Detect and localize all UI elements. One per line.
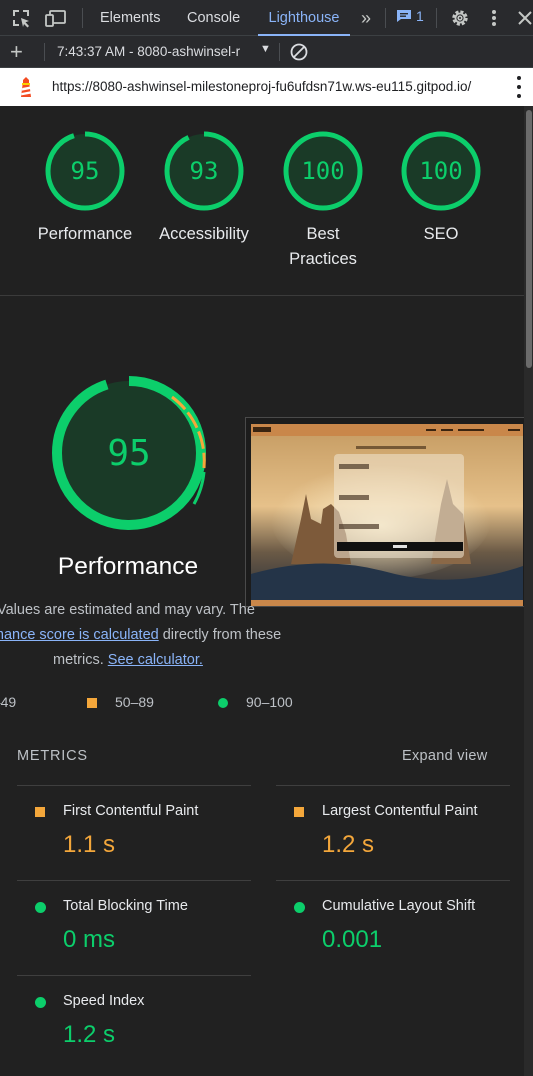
metric-cumulative-layout-shift: Cumulative Layout Shift 0.001 xyxy=(276,880,510,975)
report-url[interactable]: https://8080-ashwinsel-milestoneproj-fu6… xyxy=(52,79,496,94)
report-menu-icon[interactable] xyxy=(516,76,522,98)
legend-circle-icon xyxy=(218,698,228,708)
metric-value: 0 ms xyxy=(63,926,116,953)
scrollbar-thumb[interactable] xyxy=(526,110,532,368)
message-icon xyxy=(397,10,411,22)
metric-value: 0.001 xyxy=(322,926,383,953)
inspect-element-icon[interactable] xyxy=(10,7,32,29)
close-icon[interactable] xyxy=(514,7,533,29)
chevron-down-icon[interactable]: ▼ xyxy=(260,43,271,55)
divider xyxy=(44,43,45,61)
metric-label: Cumulative Layout Shift xyxy=(322,898,476,914)
more-tabs-icon[interactable]: » xyxy=(355,7,377,29)
performance-score: 95 xyxy=(107,433,150,474)
legend-square-icon xyxy=(87,698,97,708)
gauge-label: SEO xyxy=(423,225,459,243)
tab-console[interactable]: Console xyxy=(187,0,240,36)
divider xyxy=(82,8,83,28)
lighthouse-toolbar: + 7:43:37 AM - 8080-ashwinsel-r ▼ xyxy=(0,36,533,68)
gauge-score: 93 xyxy=(190,157,219,185)
metric-first-contentful-paint: First Contentful Paint 1.1 s xyxy=(17,785,251,880)
average-square-icon xyxy=(35,807,45,817)
metric-largest-contentful-paint: Largest Contentful Paint 1.2 s xyxy=(276,785,510,880)
final-screenshot-thumbnail[interactable] xyxy=(245,417,525,607)
clear-reports-icon[interactable] xyxy=(289,42,309,62)
report-url-bar: https://8080-ashwinsel-milestoneproj-fu6… xyxy=(0,68,533,106)
metric-label: Total Blocking Time xyxy=(63,898,188,914)
gauge-label: Best Practices xyxy=(289,225,357,268)
metric-label: First Contentful Paint xyxy=(63,803,199,819)
gauge-performance[interactable]: 95 xyxy=(42,128,128,214)
estimate-note-line1: Values are estimated and may vary. The xyxy=(0,602,255,618)
tab-lighthouse[interactable]: Lighthouse xyxy=(258,0,350,36)
score-ring: 100 xyxy=(401,131,481,211)
metric-value: 1.1 s xyxy=(63,831,116,858)
section-divider xyxy=(0,295,524,296)
score-calculation-link[interactable]: performance score is calculated xyxy=(0,627,159,643)
legend-pass: 90–100 xyxy=(246,694,293,710)
metric-total-blocking-time: Total Blocking Time 0 ms xyxy=(17,880,251,975)
legend-average: 50–89 xyxy=(115,694,154,710)
score-ring: 95 xyxy=(45,131,125,211)
gauge-seo[interactable]: 100 xyxy=(398,128,484,214)
estimate-note-line2: performance score is calculated directly… xyxy=(0,627,281,643)
legend-fail: 0–49 xyxy=(0,694,17,710)
average-square-icon xyxy=(294,807,304,817)
score-ring: 100 xyxy=(283,131,363,211)
gauge-score: 95 xyxy=(71,157,100,185)
gauge-best-practices[interactable]: 100 xyxy=(280,128,366,214)
divider xyxy=(385,8,386,28)
gauge-label: Performance xyxy=(37,225,133,243)
new-report-plus-icon[interactable]: + xyxy=(10,39,23,65)
metric-label: Largest Contentful Paint xyxy=(322,803,478,819)
metric-speed-index: Speed Index 1.2 s xyxy=(17,975,251,1070)
issues-count: 1 xyxy=(416,8,424,24)
see-calculator-link[interactable]: See calculator. xyxy=(108,652,203,668)
performance-title: Performance xyxy=(57,553,199,580)
pass-circle-icon xyxy=(35,997,46,1008)
divider xyxy=(436,8,437,28)
gauge-score: 100 xyxy=(419,157,462,185)
tab-elements[interactable]: Elements xyxy=(100,0,160,36)
divider xyxy=(279,43,280,61)
metric-value: 1.2 s xyxy=(322,831,375,858)
issues-badge[interactable]: 1 xyxy=(396,8,424,24)
report-selector[interactable]: 7:43:37 AM - 8080-ashwinsel-r xyxy=(57,44,255,59)
pass-circle-icon xyxy=(294,902,305,913)
metric-label: Speed Index xyxy=(63,993,145,1009)
performance-gauge-large: 95 xyxy=(52,376,206,530)
expand-view-toggle[interactable]: Expand view xyxy=(402,748,488,764)
scrollbar[interactable] xyxy=(524,106,533,1076)
lighthouse-report: 95 Performance 93 Accessibility 100 Best… xyxy=(0,106,533,1076)
gauge-label: Accessibility xyxy=(159,225,249,243)
gauge-score: 100 xyxy=(301,157,344,185)
kebab-menu-icon[interactable] xyxy=(483,7,505,29)
page-screenshot-image xyxy=(251,424,523,606)
score-ring: 93 xyxy=(164,131,244,211)
pass-circle-icon xyxy=(35,902,46,913)
lighthouse-logo-icon xyxy=(14,75,38,99)
estimate-note-line3: metrics. See calculator. xyxy=(53,652,203,668)
metrics-heading: METRICS xyxy=(17,748,88,764)
device-toolbar-icon[interactable] xyxy=(45,7,67,29)
settings-gear-icon[interactable] xyxy=(449,7,471,29)
gauge-accessibility[interactable]: 93 xyxy=(161,128,247,214)
devtools-tab-bar: Elements Console Lighthouse » 1 xyxy=(0,0,533,36)
metric-value: 1.2 s xyxy=(63,1021,116,1048)
